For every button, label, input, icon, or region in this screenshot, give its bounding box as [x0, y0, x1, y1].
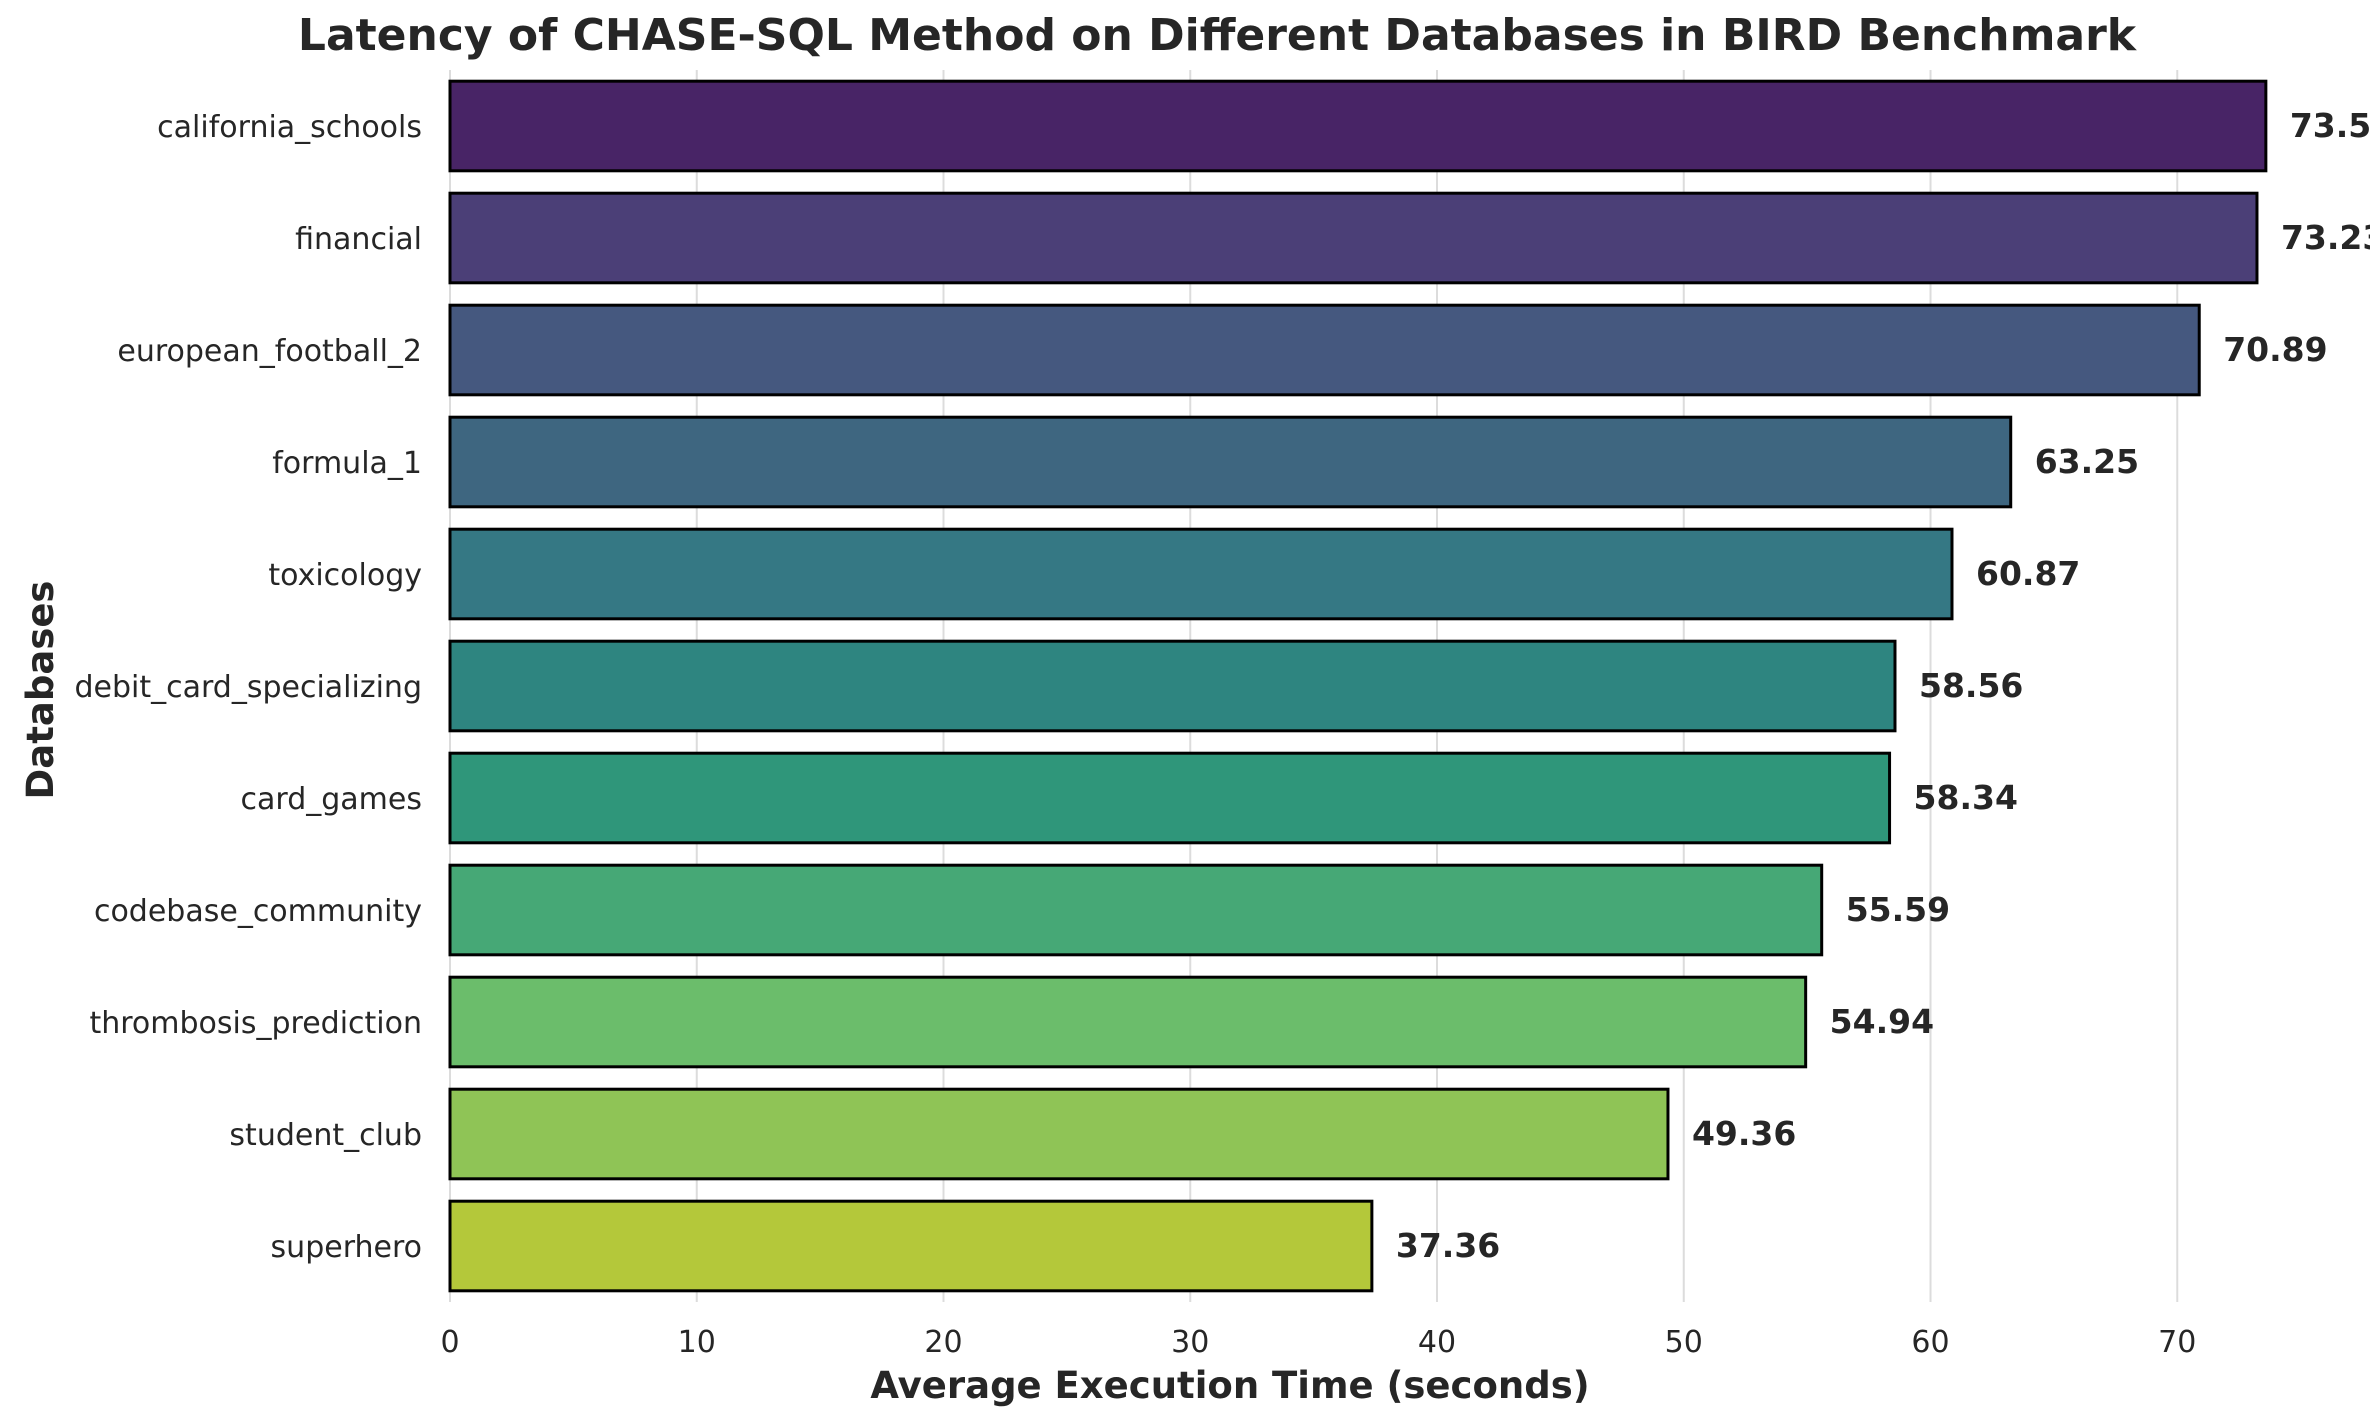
y-tick-label: thrombosis_prediction	[89, 1006, 422, 1041]
data-label: 60.87	[1976, 554, 2080, 593]
bar	[448, 639, 1897, 733]
bar	[448, 527, 1954, 621]
bar	[448, 79, 2268, 173]
bar	[448, 863, 1824, 957]
y-axis-title: Databases	[19, 581, 62, 800]
y-tick-label: debit_card_specializing	[74, 670, 422, 705]
y-tick-label: codebase_community	[94, 894, 422, 929]
x-tick-label: 60	[1911, 1325, 1949, 1360]
x-tick-label: 10	[678, 1325, 716, 1360]
x-tick-label: 30	[1171, 1325, 1209, 1360]
bar-chart: california_schools financial european_foot…	[0, 0, 2370, 1427]
x-tick-label: 0	[440, 1325, 459, 1360]
y-tick-label: toxicology	[268, 558, 422, 593]
data-label: 55.59	[1846, 890, 1950, 929]
data-label: 58.34	[1914, 778, 2018, 817]
chart-title: Latency of CHASE-SQL Method on Different…	[298, 10, 2138, 61]
bar	[448, 975, 1808, 1069]
x-tick-label: 70	[2158, 1325, 2196, 1360]
data-label: 73.59	[2290, 106, 2370, 145]
y-tick-label: superhero	[271, 1230, 422, 1265]
bar	[448, 1199, 1374, 1293]
y-tick-label: formula_1	[272, 446, 422, 481]
bar	[448, 415, 2013, 509]
data-label: 54.94	[1830, 1002, 1934, 1041]
y-tick-label: california_schools	[157, 110, 422, 145]
bar	[448, 751, 1892, 845]
y-tick-label: student_club	[229, 1118, 422, 1153]
data-label: 58.56	[1919, 666, 2023, 705]
x-axis-title: Average Execution Time (seconds)	[870, 1364, 1589, 1407]
y-tick-label: european_football_2	[117, 334, 422, 369]
x-tick-label: 20	[924, 1325, 962, 1360]
bar	[448, 1087, 1670, 1181]
y-tick-label: financial	[295, 222, 422, 257]
x-tick-label: 40	[1418, 1325, 1456, 1360]
data-label: 37.36	[1396, 1226, 1500, 1265]
data-label: 73.23	[2281, 218, 2370, 257]
data-label: 63.25	[2035, 442, 2139, 481]
y-tick-label: card_games	[241, 782, 422, 817]
bar	[448, 191, 2259, 285]
bar	[448, 303, 2201, 397]
x-tick-label: 50	[1665, 1325, 1703, 1360]
data-label: 49.36	[1692, 1114, 1796, 1153]
data-label: 70.89	[2223, 330, 2327, 369]
